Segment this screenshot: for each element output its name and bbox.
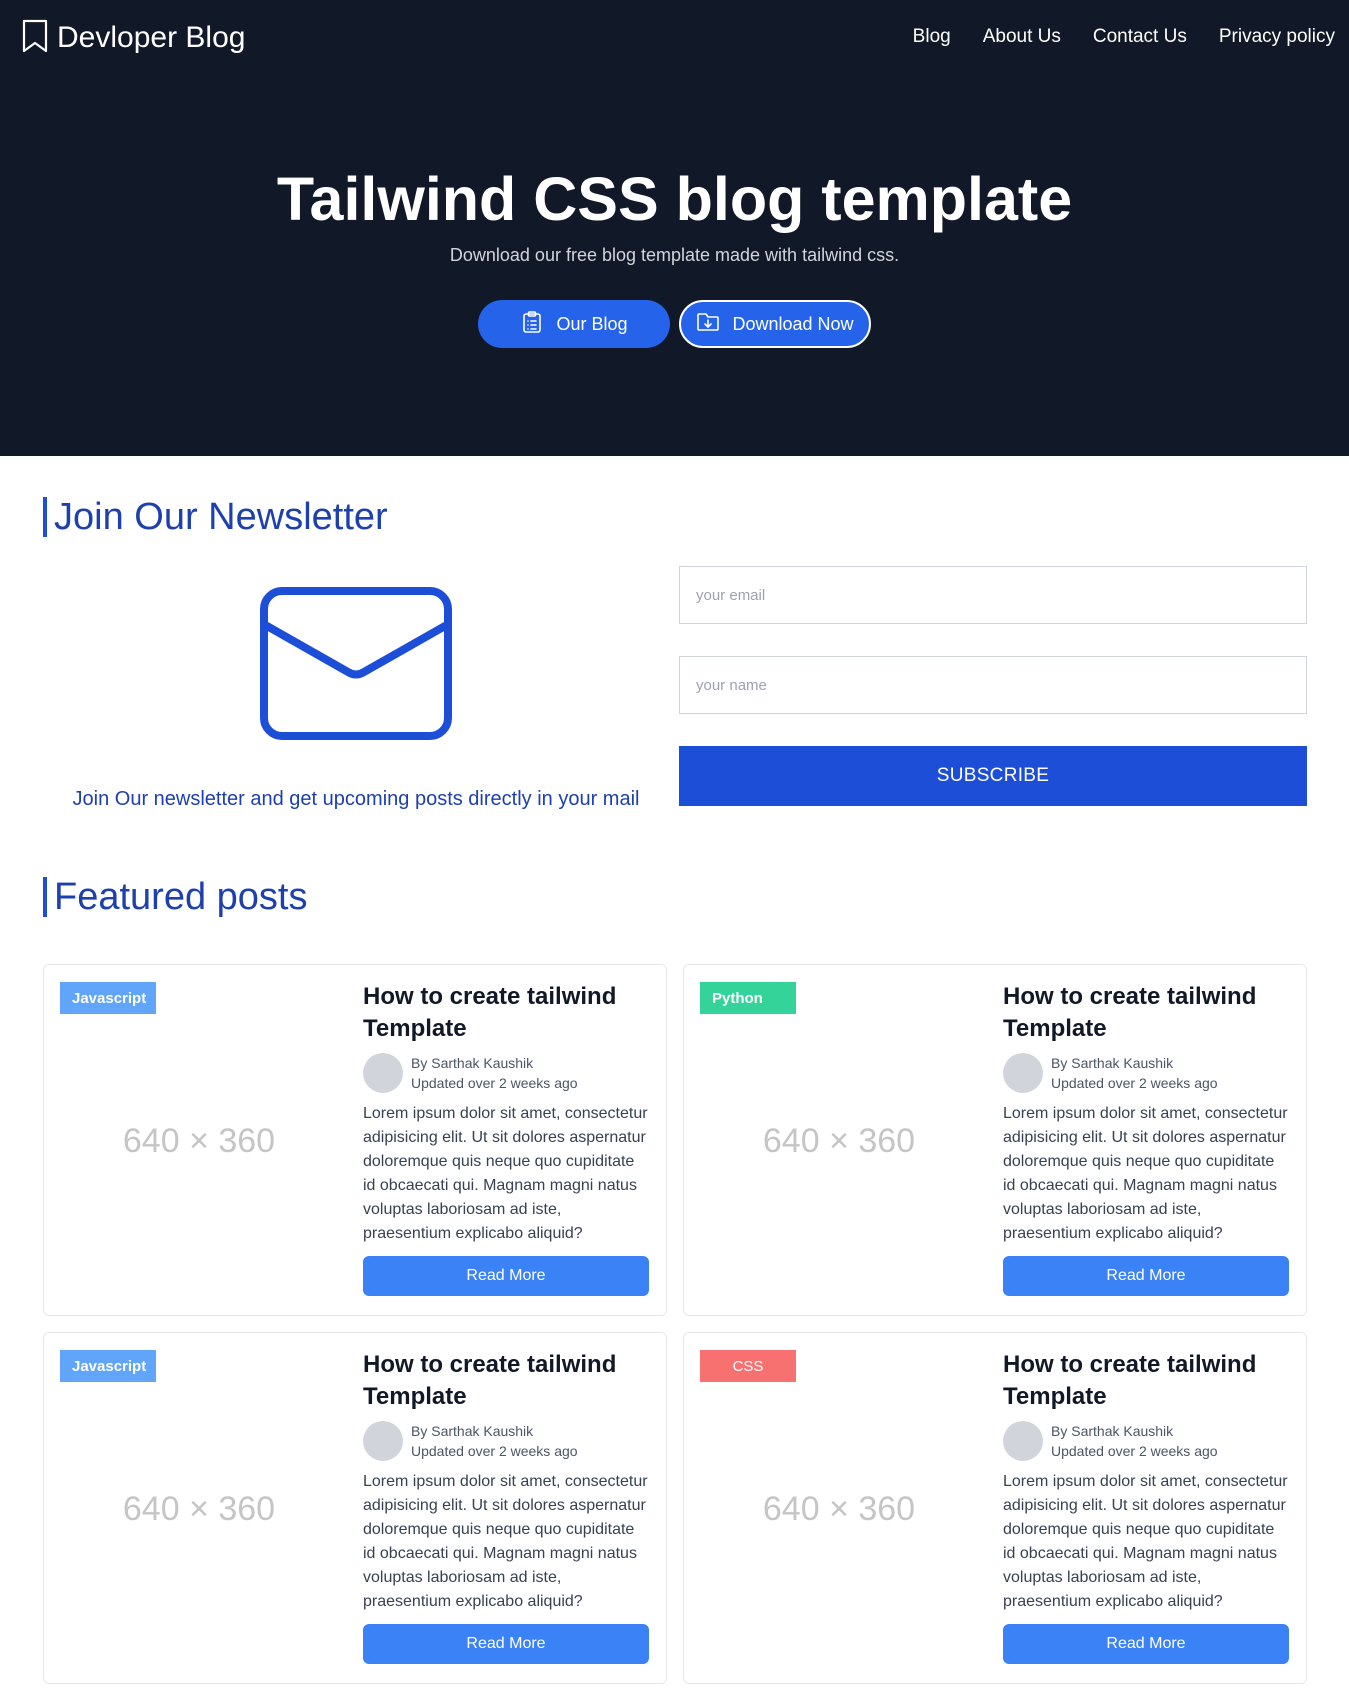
post-excerpt: Lorem ipsum dolor sit amet, consectetur …: [363, 1105, 648, 1242]
post-updated: Updated over 2 weeks ago: [1051, 1075, 1218, 1091]
author-name: By Sarthak Kaushik: [1051, 1055, 1174, 1071]
avatar: [363, 1421, 403, 1461]
post-updated: Updated over 2 weeks ago: [411, 1075, 578, 1091]
post-title[interactable]: How to create tailwind Template: [363, 981, 651, 1045]
newsletter-description: Join Our newsletter and get upcoming pos…: [72, 788, 640, 810]
avatar: [363, 1053, 403, 1093]
post-title[interactable]: How to create tailwind Template: [1003, 1349, 1291, 1413]
post-image-placeholder: 640 × 360: [762, 1489, 916, 1528]
nav-link-about-us[interactable]: About Us: [983, 22, 1061, 52]
post-card: 640 × 360 Python How to create tailwind …: [683, 964, 1307, 1316]
post-tag[interactable]: Javascript: [60, 982, 156, 1014]
post-author: By Sarthak Kaushik Updated over 2 weeks …: [363, 1053, 651, 1093]
post-image-placeholder: 640 × 360: [122, 1489, 276, 1528]
post-excerpt: Lorem ipsum dolor sit amet, consectetur …: [1003, 1105, 1288, 1242]
read-more-button[interactable]: Read More: [1003, 1624, 1289, 1664]
post-excerpt: Lorem ipsum dolor sit amet, consectetur …: [363, 1473, 648, 1610]
post-image-placeholder: 640 × 360: [762, 1121, 916, 1160]
nav-link-contact-us[interactable]: Contact Us: [1093, 22, 1187, 52]
post-tag[interactable]: Javascript: [60, 1350, 156, 1382]
our-blog-button[interactable]: Our Blog: [478, 300, 670, 348]
post-image-placeholder: 640 × 360: [122, 1121, 276, 1160]
brand-logo[interactable]: Devloper Blog: [21, 18, 245, 58]
newsletter-heading-text: Join Our Newsletter: [54, 496, 388, 538]
download-now-button[interactable]: Download Now: [679, 300, 871, 348]
author-name: By Sarthak Kaushik: [411, 1055, 534, 1071]
our-blog-label: Our Blog: [556, 313, 628, 334]
nav-link-privacy-policy[interactable]: Privacy policy: [1219, 22, 1335, 52]
post-card: 640 × 360 Javascript How to create tailw…: [43, 964, 667, 1316]
post-updated: Updated over 2 weeks ago: [1051, 1443, 1218, 1459]
hero-section: Devloper Blog Blog About Us Contact Us P…: [0, 0, 1349, 456]
post-card: 640 × 360 CSS How to create tailwind Tem…: [683, 1332, 1307, 1684]
email-field[interactable]: [679, 566, 1307, 624]
download-folder-icon: [696, 310, 720, 339]
newsletter-heading: Join Our Newsletter: [43, 496, 388, 538]
name-field[interactable]: [679, 656, 1307, 714]
post-author: By Sarthak Kaushik Updated over 2 weeks …: [1003, 1053, 1291, 1093]
author-name: By Sarthak Kaushik: [411, 1423, 534, 1439]
post-author: By Sarthak Kaushik Updated over 2 weeks …: [363, 1421, 651, 1461]
post-title[interactable]: How to create tailwind Template: [363, 1349, 651, 1413]
main-nav: Blog About Us Contact Us Privacy policy: [913, 22, 1335, 52]
bookmark-icon: [21, 19, 49, 58]
featured-heading: Featured posts: [43, 876, 307, 918]
post-tag[interactable]: CSS: [700, 1350, 796, 1382]
subscribe-button[interactable]: SUBSCRIBE: [679, 746, 1307, 806]
featured-heading-text: Featured posts: [54, 876, 308, 918]
post-title[interactable]: How to create tailwind Template: [1003, 981, 1291, 1045]
post-tag[interactable]: Python: [700, 982, 796, 1014]
hero-buttons: Our Blog Download Now: [0, 300, 1349, 348]
post-updated: Updated over 2 weeks ago: [411, 1443, 578, 1459]
nav-link-blog[interactable]: Blog: [913, 22, 951, 52]
avatar: [1003, 1053, 1043, 1093]
post-author: By Sarthak Kaushik Updated over 2 weeks …: [1003, 1421, 1291, 1461]
post-excerpt: Lorem ipsum dolor sit amet, consectetur …: [1003, 1473, 1288, 1610]
heading-accent-bar: [43, 877, 47, 917]
post-card: 640 × 360 Javascript How to create tailw…: [43, 1332, 667, 1684]
avatar: [1003, 1421, 1043, 1461]
read-more-button[interactable]: Read More: [1003, 1256, 1289, 1296]
read-more-button[interactable]: Read More: [363, 1624, 649, 1664]
brand-name: Devloper Blog: [57, 21, 246, 54]
download-now-label: Download Now: [732, 313, 854, 334]
mail-icon: [259, 586, 453, 741]
author-name: By Sarthak Kaushik: [1051, 1423, 1174, 1439]
read-more-button[interactable]: Read More: [363, 1256, 649, 1296]
hero-title: Tailwind CSS blog template: [276, 165, 1073, 233]
hero-subtitle: Download our free blog template made wit…: [449, 245, 900, 265]
heading-accent-bar: [43, 497, 47, 537]
clipboard-list-icon: [520, 310, 544, 339]
